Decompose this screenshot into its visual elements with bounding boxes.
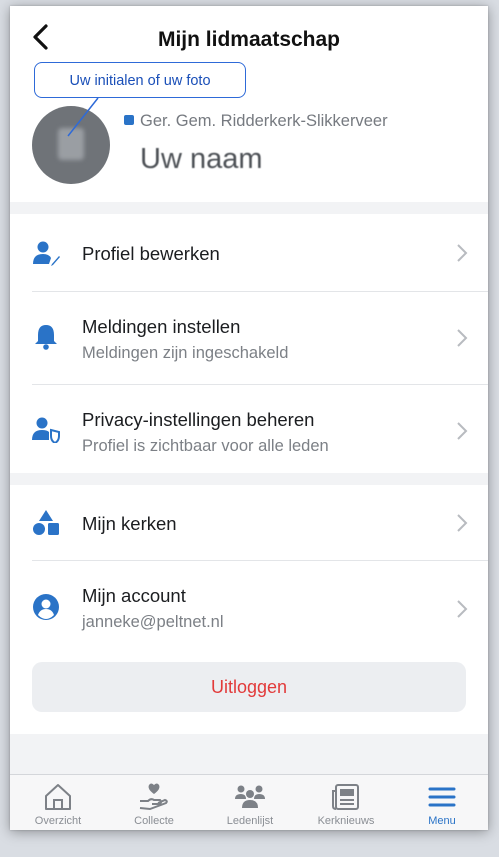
bell-icon (35, 325, 57, 350)
chevron-right-icon (457, 329, 468, 347)
tab-label: Ledenlijst (226, 815, 274, 827)
tab-label: Kerknieuws (317, 815, 375, 827)
donate-icon (139, 783, 168, 811)
tab-overzicht[interactable]: Overzicht (10, 775, 106, 830)
account-email: janneke@peltnet.nl (82, 613, 224, 631)
church-name: Ger. Gem. Ridderkerk-Slikkerveer (124, 112, 388, 131)
menu-item-status: Profiel is zichtbaar voor alle leden (82, 437, 329, 455)
edit-profile-icon (33, 241, 60, 266)
menu-item-privacy[interactable]: Privacy-instellingen beheren Profiel is … (10, 385, 488, 473)
member-name: Uw naam (140, 143, 263, 175)
menu-item-notifications[interactable]: Meldingen instellen Meldingen zijn inges… (10, 292, 488, 384)
menu-item-status: Meldingen zijn ingeschakeld (82, 344, 289, 362)
chevron-right-icon (457, 244, 468, 262)
menu-item-label: Meldingen instellen (82, 316, 241, 337)
menu-item-label: Privacy-instellingen beheren (82, 409, 315, 430)
menu-item-label: Mijn kerken (82, 513, 177, 534)
church-color-dot (124, 115, 134, 125)
privacy-icon (32, 417, 60, 443)
logout-button[interactable]: Uitloggen (32, 662, 466, 712)
chevron-right-icon (457, 600, 468, 618)
avatar-callout: Uw initialen of uw foto (34, 62, 246, 98)
tab-kerknieuws[interactable]: Kerknieuws (298, 775, 394, 830)
tab-ledenlijst[interactable]: Ledenlijst (202, 775, 298, 830)
menu-icon (428, 787, 456, 807)
menu-item-label: Mijn account (82, 585, 186, 606)
tab-label: Overzicht (34, 815, 82, 827)
account-icon (33, 594, 59, 620)
account-section: Mijn kerken Mijn account janneke@peltnet… (10, 485, 488, 734)
tab-collecte[interactable]: Collecte (106, 775, 202, 830)
home-icon (45, 784, 71, 810)
churches-icon (33, 510, 59, 535)
news-icon (332, 784, 359, 810)
phone-screen: Mijn lidmaatschap Uw initialen of uw fot… (10, 6, 488, 830)
page-title: Mijn lidmaatschap (157, 28, 341, 51)
tab-menu[interactable]: Menu (394, 775, 488, 830)
church-label: Ger. Gem. Ridderkerk-Slikkerveer (140, 112, 388, 130)
menu-item-profile-edit[interactable]: Profiel bewerken (10, 214, 488, 292)
profile-header: Mijn lidmaatschap Uw initialen of uw fot… (10, 6, 488, 202)
tab-bar: Overzicht Collecte Ledenlijst Kerknieuws… (10, 774, 488, 830)
chevron-right-icon (457, 514, 468, 532)
menu-item-my-account[interactable]: Mijn account janneke@peltnet.nl (10, 561, 488, 651)
menu-item-label: Profiel bewerken (82, 243, 220, 264)
tab-label: Menu (428, 815, 456, 827)
profile-settings-section: Profiel bewerken Meldingen instellen Mel… (10, 214, 488, 473)
chevron-right-icon (457, 422, 468, 440)
members-icon (235, 785, 265, 808)
tab-label: Collecte (134, 815, 174, 827)
menu-item-my-churches[interactable]: Mijn kerken (10, 485, 488, 561)
callout-pointer (67, 97, 99, 137)
